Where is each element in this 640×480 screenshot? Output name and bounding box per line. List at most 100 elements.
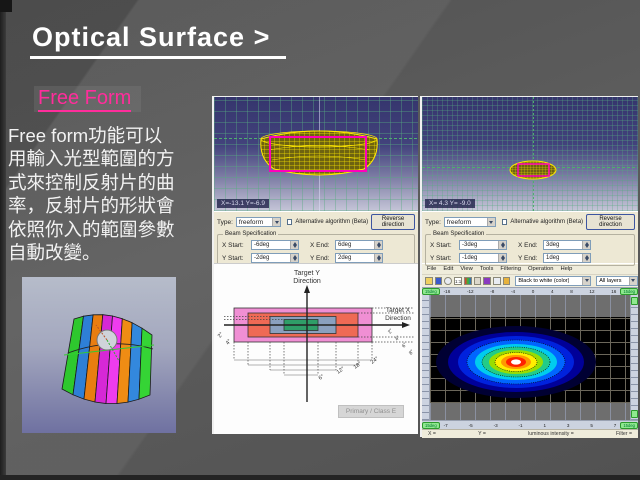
- body-text: Free form功能可以 用輸入光型範圍的方 式來控制反射片的曲 率，反射片的…: [8, 124, 212, 265]
- y-start-value: -1deg: [460, 255, 477, 261]
- reverse-direction-button[interactable]: Reverse direction: [371, 214, 415, 230]
- left-ruler: [422, 295, 430, 420]
- scroll-chip-top[interactable]: [631, 297, 638, 305]
- freeform-tag-text: Free Form: [38, 87, 131, 112]
- y-start-spinner[interactable]: [290, 254, 298, 262]
- type-label: Type:: [217, 219, 233, 226]
- intensity-plot[interactable]: [430, 295, 630, 420]
- copy-icon[interactable]: [474, 277, 482, 285]
- menu-view[interactable]: View: [460, 266, 472, 272]
- range-chip-right[interactable]: 15deg: [620, 422, 638, 429]
- reverse-direction-button[interactable]: Reverse direction: [586, 214, 635, 230]
- ruler-tick: -3: [494, 423, 498, 428]
- y-start-input[interactable]: -2deg: [251, 253, 299, 263]
- menu-help[interactable]: Help: [560, 266, 572, 272]
- beam-specification-group: Beam Specification X Start: -3deg X End:…: [425, 234, 635, 266]
- dropdown-arrow-icon[interactable]: [582, 277, 590, 285]
- menu-file[interactable]: File: [427, 266, 436, 272]
- freeform-settings-left: Type: freeform Alternative algorithm (Be…: [214, 211, 418, 263]
- x-start-label: X Start:: [222, 242, 248, 249]
- ruler-tick: 0: [532, 289, 535, 294]
- menu-tools[interactable]: Tools: [480, 266, 494, 272]
- intensity-field[interactable]: [430, 317, 630, 403]
- range-chip-left[interactable]: 15deg: [422, 422, 440, 429]
- ruler-tick: -5: [469, 423, 473, 428]
- menu-edit[interactable]: Edit: [443, 266, 453, 272]
- y-end-label: Y End:: [310, 255, 332, 262]
- dropdown-arrow-icon[interactable]: [487, 218, 495, 226]
- save-icon[interactable]: [435, 277, 443, 285]
- target-y-label-line1: Target Y: [294, 270, 320, 277]
- curve-icon[interactable]: [493, 277, 501, 285]
- y-end-spinner[interactable]: [582, 254, 590, 262]
- primary-class-button[interactable]: Primary / Class E: [338, 405, 404, 418]
- right-screenshot-panel: X= 4.3 Y= -9.0 Type: freeform Alternativ…: [420, 96, 638, 437]
- status-y: Y =: [478, 431, 486, 437]
- y-end-input[interactable]: 1deg: [543, 253, 591, 263]
- plot-margin-top: [430, 295, 630, 317]
- beam-specification-legend: Beam Specification: [223, 231, 278, 237]
- alt-algorithm-checkbox[interactable]: [502, 219, 507, 225]
- layers-select[interactable]: All layers: [596, 276, 638, 286]
- lamp-icon[interactable]: [503, 277, 511, 285]
- x-start-spinner[interactable]: [290, 241, 298, 249]
- x-start-label: X Start:: [430, 242, 456, 249]
- x-end-spinner[interactable]: [374, 241, 382, 249]
- ruler-tick: -8: [490, 289, 494, 294]
- ruler-tick: -1: [519, 423, 523, 428]
- zoom-icon[interactable]: [444, 277, 452, 285]
- y-start-label: Y Start:: [222, 255, 248, 262]
- x-end-input[interactable]: 3deg: [543, 240, 591, 250]
- menu-filtering[interactable]: Filtering: [500, 266, 521, 272]
- angle-label-right-2: 2°: [387, 328, 395, 336]
- range-chip-right[interactable]: 15deg: [620, 288, 638, 295]
- x-start-value: -6deg: [252, 242, 269, 248]
- layers-icon[interactable]: [483, 277, 491, 285]
- range-chip-left[interactable]: 15deg: [422, 288, 440, 295]
- angle-label-right-6: 6°: [401, 342, 409, 350]
- type-select[interactable]: freeform: [444, 217, 496, 227]
- x-start-spinner[interactable]: [498, 241, 506, 249]
- wireframe-view-left[interactable]: X=-13.1 Y=-6.9: [214, 97, 418, 211]
- ruler-tick: 5: [590, 423, 593, 428]
- alt-algorithm-checkbox[interactable]: [287, 219, 292, 225]
- x-end-label: X End:: [518, 242, 540, 249]
- x-end-input[interactable]: 6deg: [335, 240, 383, 250]
- angle-label-24: 24°: [370, 356, 380, 366]
- y-end-value: 2deg: [336, 255, 351, 261]
- striped-surface-graphic: [22, 277, 176, 433]
- ruler-tick: -12: [467, 289, 474, 294]
- x-end-value: 6deg: [336, 242, 351, 248]
- y-start-input[interactable]: -1deg: [459, 253, 507, 263]
- actual-size-icon[interactable]: 1:1: [454, 277, 462, 285]
- angle-label-right-8: 8°: [408, 349, 416, 357]
- y-end-spinner[interactable]: [374, 254, 382, 262]
- y-end-input[interactable]: 2deg: [335, 253, 383, 263]
- ruler-tick: 12: [589, 289, 594, 294]
- type-label: Type:: [425, 219, 441, 226]
- intensity-blob: [430, 317, 630, 403]
- beam-specification-group: Beam Specification X Start: -6deg X End:…: [217, 234, 415, 266]
- palette-icon[interactable]: [464, 277, 472, 285]
- angle-label-left-4: 4°: [225, 338, 233, 346]
- photometry-window: File Edit View Tools Filtering Operation…: [422, 263, 638, 438]
- menu-operation[interactable]: Operation: [528, 266, 553, 272]
- y-end-value: 1deg: [544, 255, 559, 261]
- target-y-label-line2: Direction: [293, 278, 321, 285]
- x-start-input[interactable]: -3deg: [459, 240, 507, 250]
- catia-surface-image: [22, 277, 176, 433]
- alt-algorithm-label: Alternative algorithm (Beta): [510, 219, 583, 225]
- type-select[interactable]: freeform: [236, 217, 282, 227]
- x-end-spinner[interactable]: [582, 241, 590, 249]
- y-start-spinner[interactable]: [498, 254, 506, 262]
- scroll-chip-bottom[interactable]: [631, 410, 638, 418]
- ruler-tick: -4: [511, 289, 515, 294]
- type-select-value: freeform: [445, 219, 471, 226]
- dropdown-arrow-icon[interactable]: [272, 218, 280, 226]
- ruler-tick: 7: [614, 423, 617, 428]
- open-icon[interactable]: [425, 277, 433, 285]
- colormap-select[interactable]: Black to white (color): [515, 276, 591, 286]
- wireframe-view-right[interactable]: X= 4.3 Y= -9.0: [422, 97, 638, 211]
- x-start-input[interactable]: -6deg: [251, 240, 299, 250]
- dropdown-arrow-icon[interactable]: [629, 277, 637, 285]
